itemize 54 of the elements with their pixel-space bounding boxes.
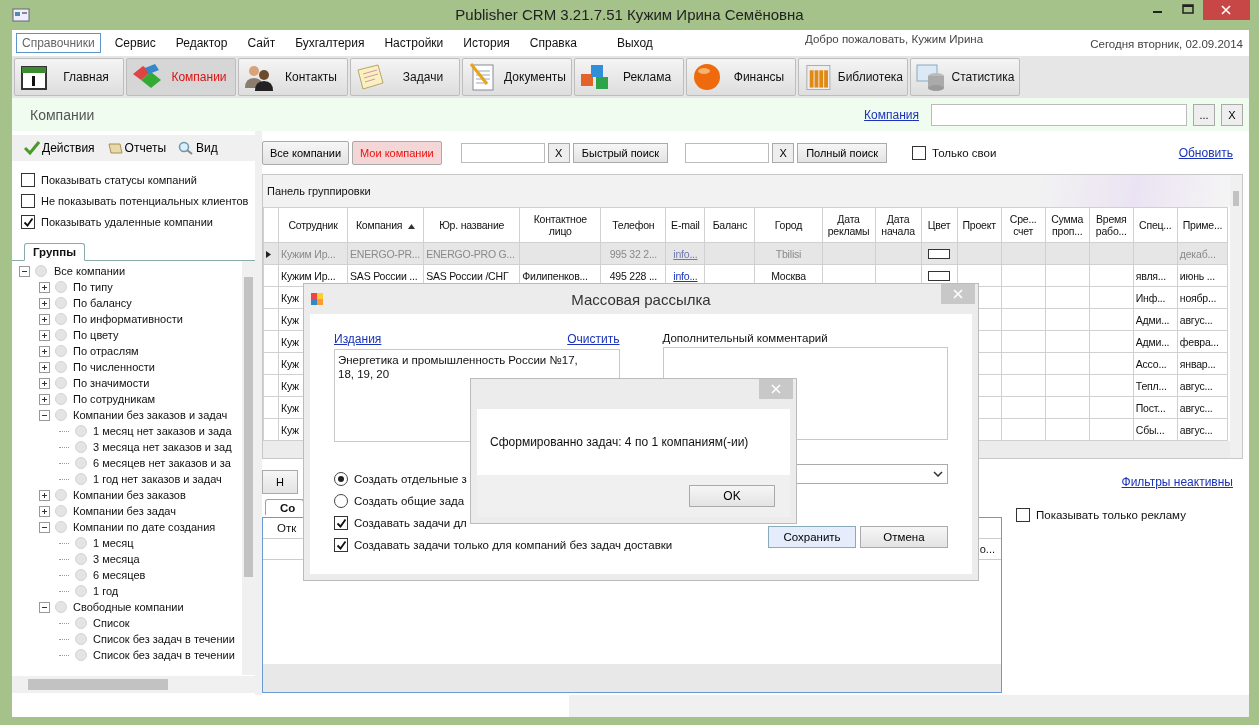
- window-title: Publisher CRM 3.21.7.51 Кужим Ирина Семёновна: [455, 6, 804, 23]
- table-cell: Сбы...: [1135, 423, 1165, 436]
- date-text: Сегодня вторник, 02.09.2014: [1090, 38, 1243, 50]
- table-cell: Куж: [281, 335, 299, 348]
- option-label: Создавать задачи дл: [354, 517, 467, 529]
- table-cell: авгус...: [1179, 401, 1213, 414]
- table-cell: авгус...: [1179, 379, 1213, 392]
- table-cell: ноябр...: [1179, 291, 1217, 304]
- table-cell: июнь ...: [1179, 269, 1215, 282]
- table-cell: Кужим Ир...: [281, 269, 336, 282]
- table-cell: Кужим Ир...: [281, 247, 336, 260]
- table-cell: авгус...: [1179, 423, 1213, 436]
- page-title: Компании: [30, 106, 95, 123]
- message-text: Сформированно задач: 4 по 1 компаниям(-ии): [490, 435, 749, 449]
- table-cell: Пост...: [1135, 401, 1166, 414]
- option-label: Создать отдельные з: [354, 473, 467, 485]
- dialog-title: Массовая рассылка: [571, 291, 711, 308]
- table-cell: Ассо...: [1135, 357, 1167, 370]
- table-cell: Куж: [281, 357, 299, 370]
- table-cell: Куж: [281, 423, 299, 436]
- table-cell: явля...: [1135, 269, 1166, 282]
- table-cell: Адми...: [1135, 335, 1170, 348]
- table-cell: Адми...: [1135, 313, 1170, 326]
- table-cell: 495 228 ...: [609, 269, 658, 282]
- checkbox-label: Не показывать потенциальных клиентов: [41, 195, 249, 207]
- table-cell: январ...: [1179, 357, 1216, 370]
- option-label: Создать общие зада: [354, 495, 465, 507]
- table-cell: февра...: [1179, 335, 1219, 348]
- table-cell: info...: [673, 247, 698, 260]
- table-cell: ENERGO-PRO G...: [426, 247, 515, 260]
- welcome-text: Добро пожаловать, Кужим Ирина: [805, 33, 984, 45]
- table-cell: авгус...: [1179, 313, 1213, 326]
- table-cell: Москва: [771, 269, 806, 282]
- table-cell: info...: [673, 269, 698, 282]
- table-cell: Куж: [281, 291, 299, 304]
- table-cell: 995 32 2...: [609, 247, 658, 260]
- checkbox-label: Показывать статусы компаний: [41, 174, 197, 186]
- table-cell: Куж: [281, 401, 299, 414]
- checkbox-label: Показывать удаленные компании: [41, 216, 213, 228]
- table-cell: SAS России /СНГ: [426, 269, 509, 282]
- grouping-panel-label: Панель группировки: [267, 185, 371, 197]
- comment-label: Дополнительный комментарий: [662, 332, 828, 344]
- table-cell: Куж: [281, 313, 299, 326]
- table-cell: Тепл...: [1135, 379, 1167, 392]
- table-cell: SAS России ...: [350, 269, 418, 282]
- table-cell: Филипенков...: [522, 269, 588, 282]
- table-cell: Инф...: [1135, 291, 1166, 304]
- checkbox-label: Показывать только рекламу: [1036, 509, 1186, 521]
- checkbox-label: Только свои: [932, 147, 997, 159]
- option-label: Создавать задачи только для компаний без задач доставки: [354, 539, 673, 551]
- table-cell: Tbilisi: [775, 247, 802, 260]
- table-cell: Куж: [281, 379, 299, 392]
- table-cell: декаб...: [1179, 247, 1216, 260]
- table-cell: ENERGO-PR...: [350, 247, 420, 260]
